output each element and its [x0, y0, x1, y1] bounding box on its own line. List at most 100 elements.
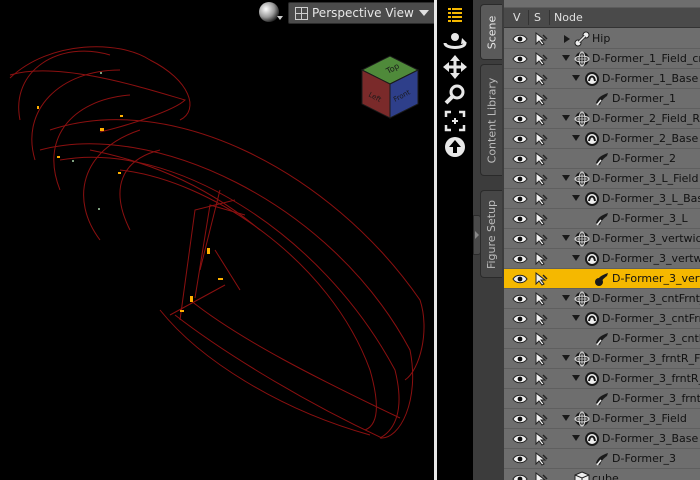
chevron-down-icon[interactable]: [277, 16, 283, 20]
expand-down-icon[interactable]: [572, 135, 580, 141]
viewport-3d[interactable]: Top Left Front Perspective View: [0, 0, 434, 480]
expand-right-icon[interactable]: [564, 35, 570, 43]
expand-down-icon[interactable]: [572, 255, 580, 261]
scene-node-row[interactable]: D-Former_3: [504, 449, 700, 469]
visibility-eye-icon[interactable]: [512, 434, 528, 444]
visibility-eye-icon[interactable]: [512, 394, 528, 404]
selectable-cursor-icon[interactable]: [534, 51, 548, 66]
scene-node-row[interactable]: D-Former_2_Field_R: [504, 109, 700, 129]
selectable-cursor-icon[interactable]: [534, 391, 548, 406]
scene-node-row[interactable]: D-Former_3_Base: [504, 429, 700, 449]
viewport-menu-button[interactable]: [442, 2, 468, 28]
selectable-cursor-icon[interactable]: [534, 471, 548, 480]
selectable-cursor-icon[interactable]: [534, 91, 548, 106]
selectable-cursor-icon[interactable]: [534, 251, 548, 266]
visibility-eye-icon[interactable]: [512, 334, 528, 344]
pan-tool-button[interactable]: [442, 54, 468, 80]
scene-node-row[interactable]: D-Former_2: [504, 149, 700, 169]
selectable-cursor-icon[interactable]: [534, 331, 548, 346]
reset-view-tool-button[interactable]: [442, 134, 468, 160]
selectable-cursor-icon[interactable]: [534, 211, 548, 226]
view-select-dropdown[interactable]: Perspective View: [288, 2, 434, 24]
orbit-tool-button[interactable]: [442, 28, 468, 54]
frame-tool-button[interactable]: [442, 108, 468, 134]
visibility-eye-icon[interactable]: [512, 274, 528, 284]
visibility-eye-icon[interactable]: [512, 474, 528, 480]
scene-node-row[interactable]: D-Former_1_Field_cntr: [504, 49, 700, 69]
selectable-cursor-icon[interactable]: [534, 191, 548, 206]
expand-down-icon[interactable]: [572, 375, 580, 381]
selectable-cursor-icon[interactable]: [534, 451, 548, 466]
visibility-eye-icon[interactable]: [512, 354, 528, 364]
scene-node-row[interactable]: D-Former_1_Base: [504, 69, 700, 89]
render-sphere-button[interactable]: [259, 2, 279, 22]
visibility-eye-icon[interactable]: [512, 294, 528, 304]
scene-node-row[interactable]: D-Former_3_frntR: [504, 389, 700, 409]
expand-down-icon[interactable]: [562, 175, 570, 181]
column-node-header[interactable]: Node: [554, 11, 583, 24]
panel-collapse-button[interactable]: [473, 215, 481, 255]
expand-down-icon[interactable]: [562, 415, 570, 421]
visibility-eye-icon[interactable]: [512, 194, 528, 204]
selectable-cursor-icon[interactable]: [534, 371, 548, 386]
expand-down-icon[interactable]: [562, 115, 570, 121]
scene-node-row[interactable]: D-Former_3_L_Field: [504, 169, 700, 189]
scene-node-row[interactable]: D-Former_3_frntR_Fie: [504, 349, 700, 369]
expand-down-icon[interactable]: [562, 355, 570, 361]
scene-node-row[interactable]: Hip: [504, 29, 700, 49]
visibility-eye-icon[interactable]: [512, 414, 528, 424]
expand-down-icon[interactable]: [572, 315, 580, 321]
selectable-cursor-icon[interactable]: [534, 431, 548, 446]
scene-node-row-selected[interactable]: D-Former_3_vertw: [504, 269, 700, 289]
expand-down-icon[interactable]: [562, 295, 570, 301]
selectable-cursor-icon[interactable]: [534, 311, 548, 326]
visibility-eye-icon[interactable]: [512, 94, 528, 104]
selectable-cursor-icon[interactable]: [534, 351, 548, 366]
selectable-cursor-icon[interactable]: [534, 271, 548, 286]
visibility-eye-icon[interactable]: [512, 214, 528, 224]
scene-node-row[interactable]: D-Former_3_L_Base: [504, 189, 700, 209]
selectable-cursor-icon[interactable]: [534, 31, 548, 46]
visibility-eye-icon[interactable]: [512, 454, 528, 464]
visibility-eye-icon[interactable]: [512, 74, 528, 84]
selectable-cursor-icon[interactable]: [534, 151, 548, 166]
visibility-eye-icon[interactable]: [512, 54, 528, 64]
selectable-cursor-icon[interactable]: [534, 231, 548, 246]
tab-figure-setup[interactable]: Figure Setup: [480, 190, 502, 278]
column-selectable-header[interactable]: S: [534, 11, 541, 24]
visibility-eye-icon[interactable]: [512, 134, 528, 144]
scene-node-row[interactable]: D-Former_3_vertwidth: [504, 229, 700, 249]
wireframe-canvas[interactable]: Top Left Front: [0, 0, 434, 480]
expand-down-icon[interactable]: [572, 435, 580, 441]
scene-node-row[interactable]: cube: [504, 469, 700, 480]
selectable-cursor-icon[interactable]: [534, 291, 548, 306]
scene-node-row[interactable]: D-Former_3_frntR_B: [504, 369, 700, 389]
visibility-eye-icon[interactable]: [512, 114, 528, 124]
zoom-tool-button[interactable]: [442, 81, 468, 107]
visibility-eye-icon[interactable]: [512, 154, 528, 164]
selectable-cursor-icon[interactable]: [534, 71, 548, 86]
selectable-cursor-icon[interactable]: [534, 171, 548, 186]
visibility-eye-icon[interactable]: [512, 314, 528, 324]
scene-node-row[interactable]: D-Former_3_cntFrnt_F: [504, 289, 700, 309]
scene-node-row[interactable]: D-Former_3_cntFrnt: [504, 309, 700, 329]
expand-down-icon[interactable]: [562, 55, 570, 61]
expand-down-icon[interactable]: [572, 195, 580, 201]
visibility-eye-icon[interactable]: [512, 374, 528, 384]
selectable-cursor-icon[interactable]: [534, 131, 548, 146]
scene-node-row[interactable]: D-Former_3_vertwid: [504, 249, 700, 269]
selectable-cursor-icon[interactable]: [534, 111, 548, 126]
scene-node-row[interactable]: D-Former_1: [504, 89, 700, 109]
tab-scene[interactable]: Scene: [480, 4, 502, 60]
visibility-eye-icon[interactable]: [512, 174, 528, 184]
visibility-eye-icon[interactable]: [512, 234, 528, 244]
scene-node-row[interactable]: D-Former_3_L: [504, 209, 700, 229]
visibility-eye-icon[interactable]: [512, 254, 528, 264]
visibility-eye-icon[interactable]: [512, 34, 528, 44]
column-visible-header[interactable]: V: [513, 11, 521, 24]
expand-down-icon[interactable]: [562, 235, 570, 241]
scene-node-row[interactable]: D-Former_3_Field: [504, 409, 700, 429]
scene-node-row[interactable]: D-Former_2_Base: [504, 129, 700, 149]
expand-down-icon[interactable]: [572, 75, 580, 81]
selectable-cursor-icon[interactable]: [534, 411, 548, 426]
